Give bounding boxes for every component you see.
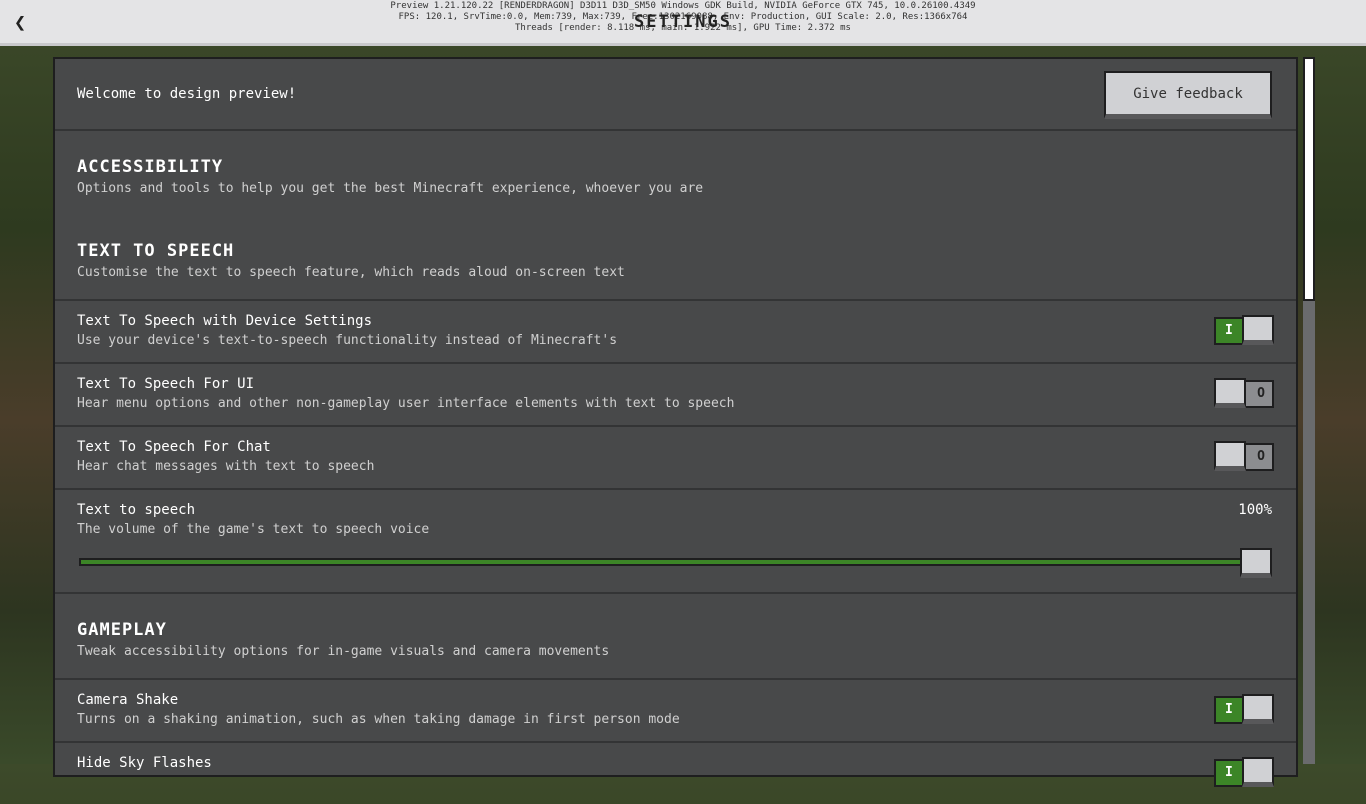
setting-desc: Turns on a shaking animation, such as wh…: [77, 712, 680, 727]
debug-line: Preview 1.21.120.22 [RENDERDRAGON] D3D11…: [390, 1, 976, 11]
volume-slider-thumb[interactable]: [1240, 548, 1272, 578]
top-bar: ❮ Preview 1.21.120.22 [RENDERDRAGON] D3D…: [0, 0, 1366, 46]
section-title: ACCESSIBILITY: [77, 157, 224, 177]
toggle-knob: [1214, 378, 1246, 408]
volume-slider-track[interactable]: [79, 558, 1272, 566]
setting-title: Text To Speech For Chat: [77, 439, 271, 455]
setting-title: Text to speech: [77, 502, 196, 518]
give-feedback-button[interactable]: Give feedback: [1104, 71, 1272, 119]
toggle-on-icon: I: [1225, 765, 1233, 780]
welcome-text: Welcome to design preview!: [77, 86, 297, 102]
toggle-switch[interactable]: O: [1214, 441, 1274, 471]
setting-title: Hide Sky Flashes: [77, 755, 212, 771]
setting-desc: Use your device's text-to-speech functio…: [77, 333, 618, 348]
setting-desc: Hear chat messages with text to speech: [77, 459, 375, 474]
toggle-switch[interactable]: O: [1214, 378, 1274, 408]
toggle-knob: [1214, 441, 1246, 471]
toggle-switch[interactable]: I: [1214, 757, 1274, 787]
setting-row: Camera Shake Turns on a shaking animatio…: [55, 678, 1296, 741]
settings-panel: Welcome to design preview! Give feedback…: [53, 57, 1298, 787]
toggle-knob: [1242, 694, 1274, 724]
toggle-off-icon: O: [1257, 386, 1265, 401]
setting-row: Text To Speech with Device Settings Use …: [55, 299, 1296, 362]
setting-title: Camera Shake: [77, 692, 179, 708]
setting-desc: The volume of the game's text to speech …: [77, 522, 430, 537]
toggle-on-icon: I: [1225, 702, 1233, 717]
page-title: SETTINGS: [634, 12, 732, 32]
section-gameplay: GAMEPLAY Tweak accessibility options for…: [55, 592, 1296, 678]
setting-title: Text To Speech For UI: [77, 376, 255, 392]
toggle-switch[interactable]: I: [1214, 694, 1274, 724]
tts-volume-row: Text to speech The volume of the game's …: [55, 488, 1296, 592]
setting-row: Text To Speech For UI Hear menu options …: [55, 362, 1296, 425]
setting-title: Text To Speech with Device Settings: [77, 313, 373, 329]
setting-desc: Hear menu options and other non-gameplay…: [77, 396, 735, 411]
section-desc: Customise the text to speech feature, wh…: [77, 265, 625, 280]
setting-row: Hide Sky Flashes I: [55, 741, 1296, 804]
preview-header: Welcome to design preview! Give feedback: [55, 59, 1296, 131]
section-tts: TEXT TO SPEECH Customise the text to spe…: [55, 215, 1296, 299]
setting-row: Text To Speech For Chat Hear chat messag…: [55, 425, 1296, 488]
toggle-knob: [1242, 315, 1274, 345]
toggle-knob: [1242, 757, 1274, 787]
scrollbar-thumb[interactable]: [1303, 57, 1315, 301]
section-title: GAMEPLAY: [77, 620, 167, 640]
section-accessibility: ACCESSIBILITY Options and tools to help …: [55, 131, 1296, 215]
volume-value: 100%: [1238, 502, 1272, 518]
toggle-on-icon: I: [1225, 323, 1233, 338]
section-desc: Tweak accessibility options for in-game …: [77, 644, 610, 659]
section-desc: Options and tools to help you get the be…: [77, 181, 704, 196]
toggle-off-icon: O: [1257, 449, 1265, 464]
section-title: TEXT TO SPEECH: [77, 241, 235, 261]
toggle-switch[interactable]: I: [1214, 315, 1274, 345]
